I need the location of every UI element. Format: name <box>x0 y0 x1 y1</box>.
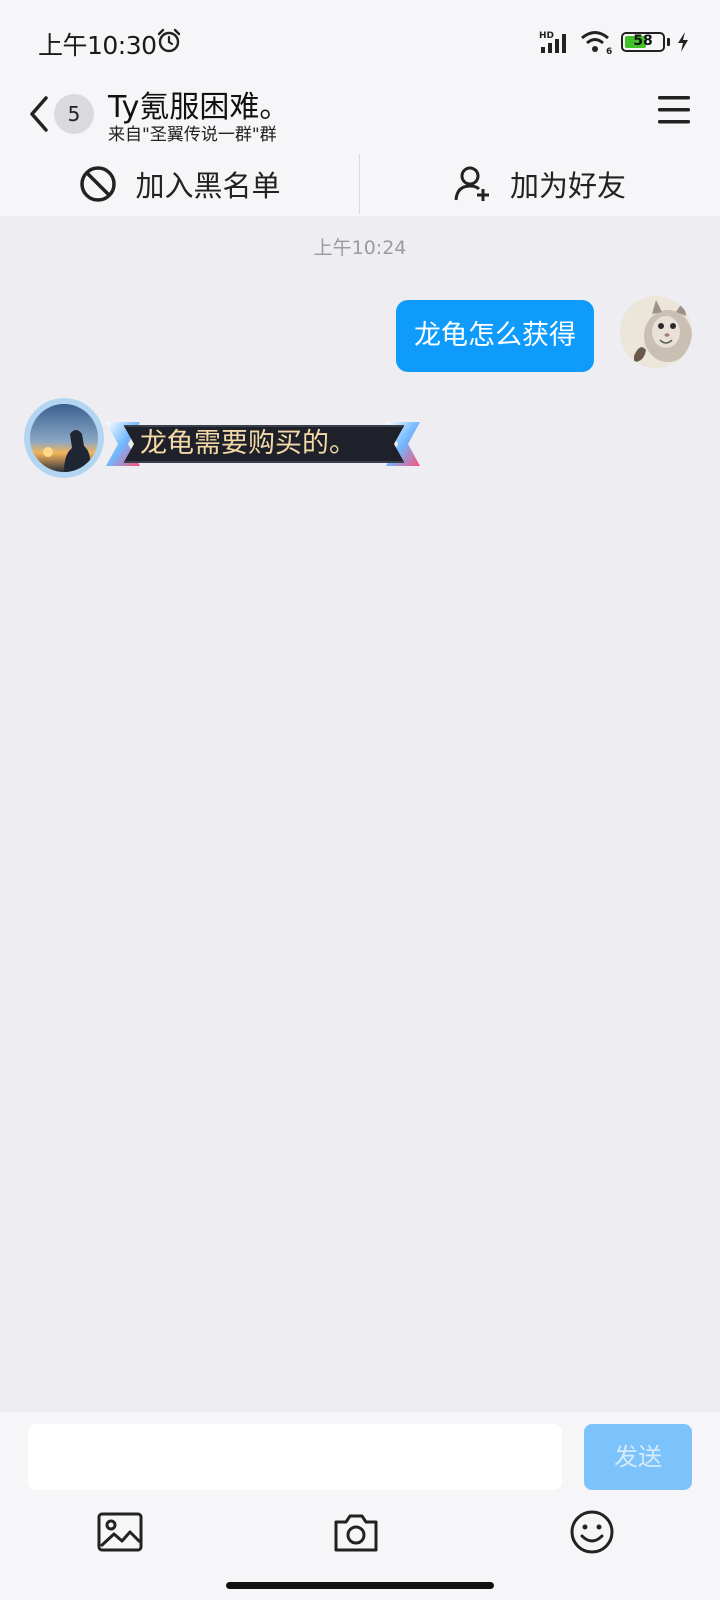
message-input[interactable] <box>28 1424 562 1490</box>
emoji-icon[interactable] <box>568 1508 616 1556</box>
input-area: 发送 <box>0 1412 720 1600</box>
cat-avatar-image <box>620 296 692 368</box>
block-icon <box>80 166 117 202</box>
battery-level: 58 <box>633 33 653 49</box>
sunset-avatar-image <box>30 404 98 472</box>
status-bar: 上午10:30 HD 6 58 <box>0 0 720 80</box>
incoming-message-bubble[interactable]: 龙龟需要购买的。 <box>104 420 422 468</box>
alarm-icon <box>157 28 181 53</box>
sender-avatar[interactable] <box>30 404 98 472</box>
blacklist-label: 加入黑名单 <box>135 169 281 203</box>
outgoing-message-bubble[interactable]: 龙龟怎么获得 <box>396 300 594 372</box>
chat-subtitle: 来自"圣翼传说一群"群 <box>108 125 277 145</box>
cellular-signal-icon: HD <box>539 31 566 53</box>
hamburger-menu-icon[interactable] <box>654 90 694 130</box>
chevron-left-icon <box>30 96 48 132</box>
contact-action-bar: 加入黑名单 加为好友 <box>0 152 720 216</box>
chat-header: 5 Ty氪服困难。 来自"圣翼传说一群"群 <box>0 80 720 152</box>
svg-text:6: 6 <box>606 47 612 55</box>
wifi-icon: 6 <box>581 31 612 55</box>
add-to-blacklist-button[interactable]: 加入黑名单 <box>0 152 360 216</box>
add-user-icon <box>454 166 489 201</box>
svg-text:HD: HD <box>539 31 554 41</box>
camera-icon[interactable] <box>332 1508 380 1556</box>
add-friend-label: 加为好友 <box>509 169 626 203</box>
incoming-message-text: 龙龟需要购买的。 <box>140 428 356 459</box>
send-button[interactable]: 发送 <box>584 1424 692 1490</box>
charging-icon <box>678 32 688 52</box>
my-avatar[interactable] <box>620 296 692 368</box>
battery-cap <box>667 38 670 46</box>
message-timestamp: 上午10:24 <box>313 237 407 259</box>
battery-icon: 58 <box>621 32 665 52</box>
image-icon[interactable] <box>96 1508 144 1556</box>
action-divider <box>359 154 360 214</box>
back-button[interactable]: 5 <box>24 86 94 142</box>
status-indicators: HD 6 58 <box>539 26 690 58</box>
unread-count-badge: 5 <box>54 94 94 134</box>
add-friend-button[interactable]: 加为好友 <box>360 152 720 216</box>
chat-screen: 上午10:30 HD 6 58 5 Ty氪服困难。 来自"圣翼传说一群"群 加入… <box>0 0 720 1600</box>
home-indicator[interactable] <box>226 1582 494 1589</box>
status-time: 上午10:30 <box>38 31 157 60</box>
